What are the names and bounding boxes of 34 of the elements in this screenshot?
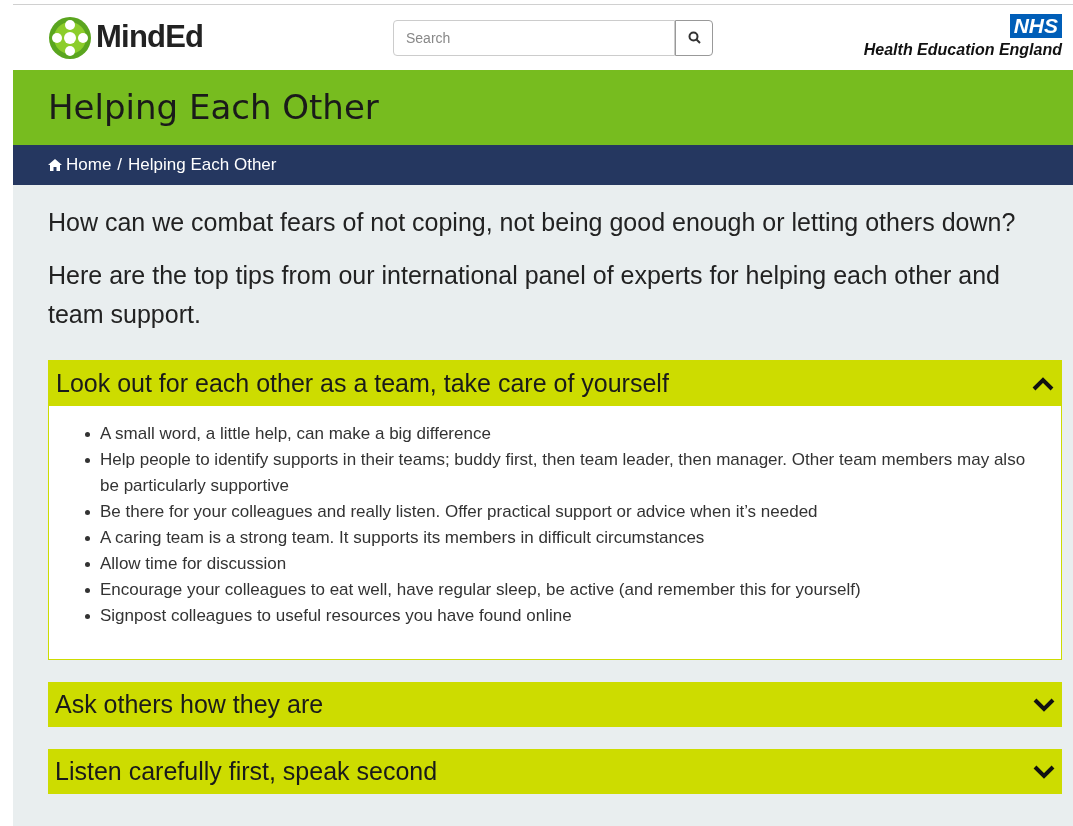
chevron-down-icon (1033, 697, 1055, 712)
page-title: Helping Each Other (48, 86, 379, 129)
bullet-icon (85, 614, 90, 619)
bullet-icon (85, 432, 90, 437)
tip-text: Signpost colleagues to useful resources you have found online (100, 605, 572, 627)
chevron-down-icon (1033, 764, 1055, 779)
logo-icon (48, 15, 92, 60)
accordion-header[interactable]: Ask others how they are (48, 682, 1062, 727)
bullet-icon (85, 536, 90, 541)
breadcrumb-link[interactable]: Home (66, 152, 112, 178)
bullet-icon (85, 510, 90, 515)
nhs-badge: NHS (1009, 13, 1062, 38)
accordion-header[interactable]: Listen carefully first, speak second (48, 749, 1062, 794)
intro-paragraph: Here are the top tips from our international panel of experts for helping each other and team support. (48, 260, 1001, 330)
search-field[interactable]: Search (393, 19, 675, 56)
bullet-icon (85, 588, 90, 593)
bullet-icon (85, 458, 90, 463)
chevron-up-icon (1032, 376, 1054, 391)
home-icon (48, 159, 62, 171)
tip-text: Encourage your colleagues to eat well, have regular sleep, be active (and remember this for yourself) (100, 579, 861, 601)
search-icon (687, 31, 701, 44)
tip-text: Allow time for discussion (100, 553, 287, 575)
tip-text: Be there for your colleagues and really listen. Offer practical support or advice when it’s needed (100, 501, 818, 523)
search-button[interactable] (675, 19, 713, 56)
breadcrumb-separator: / (117, 154, 123, 177)
bullet-icon (85, 562, 90, 567)
tip-text: A small word, a little help, can make a big difference (100, 423, 491, 445)
partner-name: Health Education England (863, 39, 1062, 60)
tip-text: Help people to identify supports in their teams; buddy first, then team leader, then manager. Other team members may also be particularly supportive (100, 449, 1027, 497)
accordion-header[interactable]: Look out for each other as a team, take care of yourself (49, 361, 1061, 406)
logo-text: MindEd (96, 18, 204, 57)
intro-paragraph: How can we combat fears of not coping, not being good enough or letting others down? (48, 207, 1017, 238)
breadcrumb-current: Helping Each Other (128, 154, 277, 177)
tip-text: A caring team is a strong team. It supports its members in difficult circumstances (100, 527, 705, 549)
